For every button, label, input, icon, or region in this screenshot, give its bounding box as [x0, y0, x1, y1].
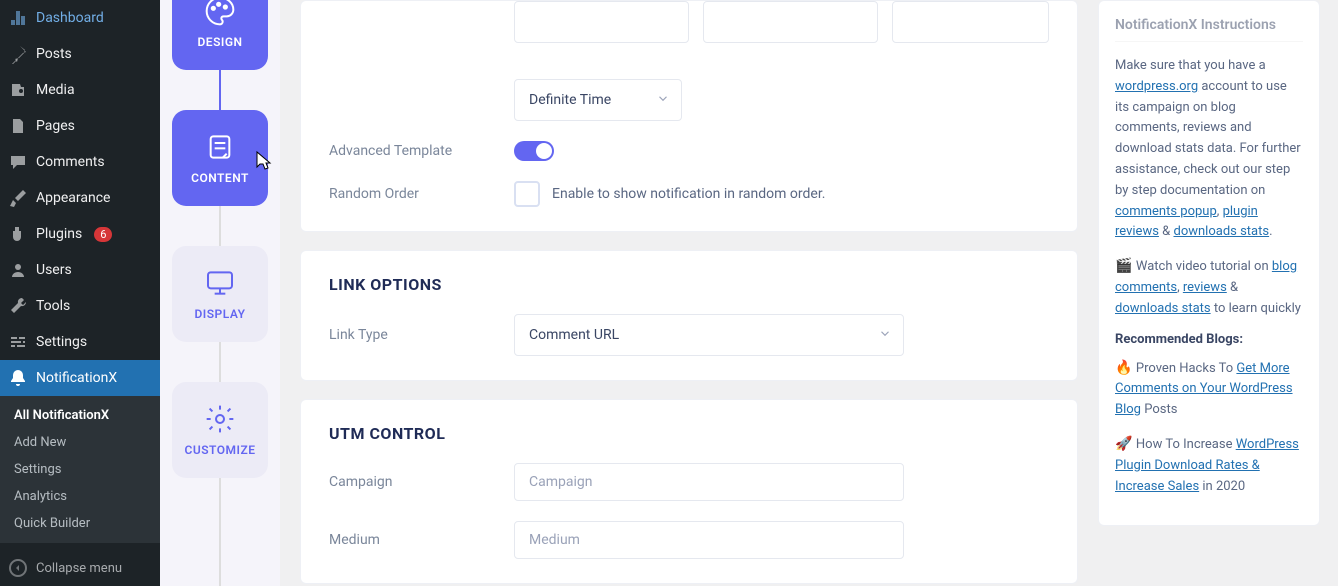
link-type-value: Comment URL: [529, 327, 619, 343]
random-order-help: Enable to show notification in random or…: [552, 186, 825, 202]
submenu-settings[interactable]: Settings: [0, 456, 160, 483]
collapse-icon: [8, 558, 28, 578]
pin-icon: [8, 44, 28, 64]
comments-popup-link[interactable]: comments popup: [1115, 204, 1217, 219]
step-content[interactable]: CONTENT: [172, 110, 268, 206]
recommended-blogs-heading: Recommended Blogs:: [1115, 332, 1303, 347]
collapse-label: Collapse menu: [36, 561, 122, 576]
campaign-input[interactable]: [514, 463, 904, 501]
step-label: CONTENT: [191, 171, 249, 185]
submenu-add-new[interactable]: Add New: [0, 429, 160, 456]
info-panel: NotificationX Instructions Make sure tha…: [1098, 0, 1338, 586]
step-display[interactable]: DISPLAY: [172, 246, 268, 342]
random-order-checkbox[interactable]: [514, 181, 540, 207]
instructions-p2: 🎬 Watch video tutorial on blog comments,…: [1115, 255, 1303, 319]
monitor-icon: [204, 267, 236, 299]
menu-label: Posts: [36, 46, 72, 62]
menu-label: Appearance: [36, 190, 110, 206]
template-field-2[interactable]: [703, 1, 878, 43]
plugin-update-badge: 6: [94, 227, 112, 242]
template-field-1[interactable]: [514, 1, 689, 43]
menu-tools[interactable]: Tools: [0, 288, 160, 324]
wp-admin-sidebar: Dashboard Posts Media Pages Comments App…: [0, 0, 160, 586]
form-panel: Definite Time Advanced Template Random O…: [280, 0, 1098, 586]
campaign-label: Campaign: [329, 474, 494, 490]
menu-media[interactable]: Media: [0, 72, 160, 108]
palette-icon: [204, 0, 236, 27]
menu-label: Media: [36, 82, 75, 98]
media-icon: [8, 80, 28, 100]
downloads-stats-link[interactable]: downloads stats: [1173, 224, 1269, 239]
step-label: DISPLAY: [194, 307, 245, 321]
menu-label: Pages: [36, 118, 75, 134]
comment-icon: [8, 152, 28, 172]
menu-label: Tools: [36, 298, 70, 314]
wrench-icon: [8, 296, 28, 316]
time-value: Definite Time: [529, 92, 611, 108]
link-type-label: Link Type: [329, 327, 494, 343]
link-type-select[interactable]: Comment URL: [514, 314, 904, 356]
document-icon: [204, 131, 236, 163]
menu-users[interactable]: Users: [0, 252, 160, 288]
video-icon: 🎬: [1115, 258, 1136, 274]
menu-label: Settings: [36, 334, 87, 350]
instructions-title: NotificationX Instructions: [1115, 17, 1303, 42]
step-design[interactable]: DESIGN: [172, 0, 268, 70]
time-select[interactable]: Definite Time: [514, 79, 682, 121]
medium-input[interactable]: [514, 521, 904, 559]
fire-icon: 🔥: [1115, 360, 1136, 376]
collapse-menu[interactable]: Collapse menu: [0, 550, 160, 586]
menu-notificationx[interactable]: NotificationX: [0, 360, 160, 396]
wordpress-org-link[interactable]: wordpress.org: [1115, 79, 1198, 94]
notificationx-icon: [8, 368, 28, 388]
menu-settings[interactable]: Settings: [0, 324, 160, 360]
sliders-icon: [8, 332, 28, 352]
utm-control-card: UTM CONTROL Campaign Medium: [300, 399, 1078, 584]
menu-appearance[interactable]: Appearance: [0, 180, 160, 216]
link-options-title: LINK OPTIONS: [329, 275, 1049, 294]
dashboard-icon: [8, 8, 28, 28]
menu-dashboard[interactable]: Dashboard: [0, 0, 160, 36]
menu-posts[interactable]: Posts: [0, 36, 160, 72]
notificationx-submenu: All NotificationX Add New Settings Analy…: [0, 396, 160, 543]
template-field-3[interactable]: [892, 1, 1049, 43]
step-label: CUSTOMIZE: [184, 443, 255, 457]
menu-label: Plugins: [36, 226, 82, 242]
step-label: DESIGN: [197, 35, 242, 49]
submenu-analytics[interactable]: Analytics: [0, 483, 160, 510]
downloads-stats-link-2[interactable]: downloads stats: [1115, 301, 1211, 316]
link-options-card: LINK OPTIONS Link Type Comment URL: [300, 250, 1078, 381]
pages-icon: [8, 116, 28, 136]
menu-comments[interactable]: Comments: [0, 144, 160, 180]
menu-label: NotificationX: [36, 370, 117, 386]
gear-icon: [204, 403, 236, 435]
menu-label: Users: [36, 262, 72, 278]
menu-plugins[interactable]: Plugins 6: [0, 216, 160, 252]
main-content: DESIGN CONTENT DISPLAY CUSTOMIZE: [160, 0, 1338, 586]
instructions-p1: Make sure that you have a wordpress.org …: [1115, 56, 1303, 243]
submenu-all[interactable]: All NotificationX: [0, 402, 160, 429]
step-tabs-column: DESIGN CONTENT DISPLAY CUSTOMIZE: [160, 0, 280, 586]
plug-icon: [8, 224, 28, 244]
brush-icon: [8, 188, 28, 208]
blog-1: 🔥 Proven Hacks To Get More Comments on Y…: [1115, 357, 1303, 421]
step-customize[interactable]: CUSTOMIZE: [172, 382, 268, 478]
rocket-icon: 🚀: [1115, 436, 1136, 452]
template-card: Definite Time Advanced Template Random O…: [300, 0, 1078, 232]
menu-label: Dashboard: [36, 10, 104, 26]
instructions-card: NotificationX Instructions Make sure tha…: [1098, 0, 1320, 526]
submenu-quick-builder[interactable]: Quick Builder: [0, 510, 160, 537]
advanced-template-toggle[interactable]: [514, 141, 554, 161]
menu-pages[interactable]: Pages: [0, 108, 160, 144]
advanced-template-label: Advanced Template: [329, 143, 494, 159]
medium-label: Medium: [329, 532, 494, 548]
menu-label: Comments: [36, 154, 105, 170]
random-order-label: Random Order: [329, 186, 494, 202]
blog-2: 🚀 How To Increase WordPress Plugin Downl…: [1115, 433, 1303, 497]
reviews-link[interactable]: reviews: [1183, 280, 1227, 295]
user-icon: [8, 260, 28, 280]
utm-title: UTM CONTROL: [329, 424, 1049, 443]
